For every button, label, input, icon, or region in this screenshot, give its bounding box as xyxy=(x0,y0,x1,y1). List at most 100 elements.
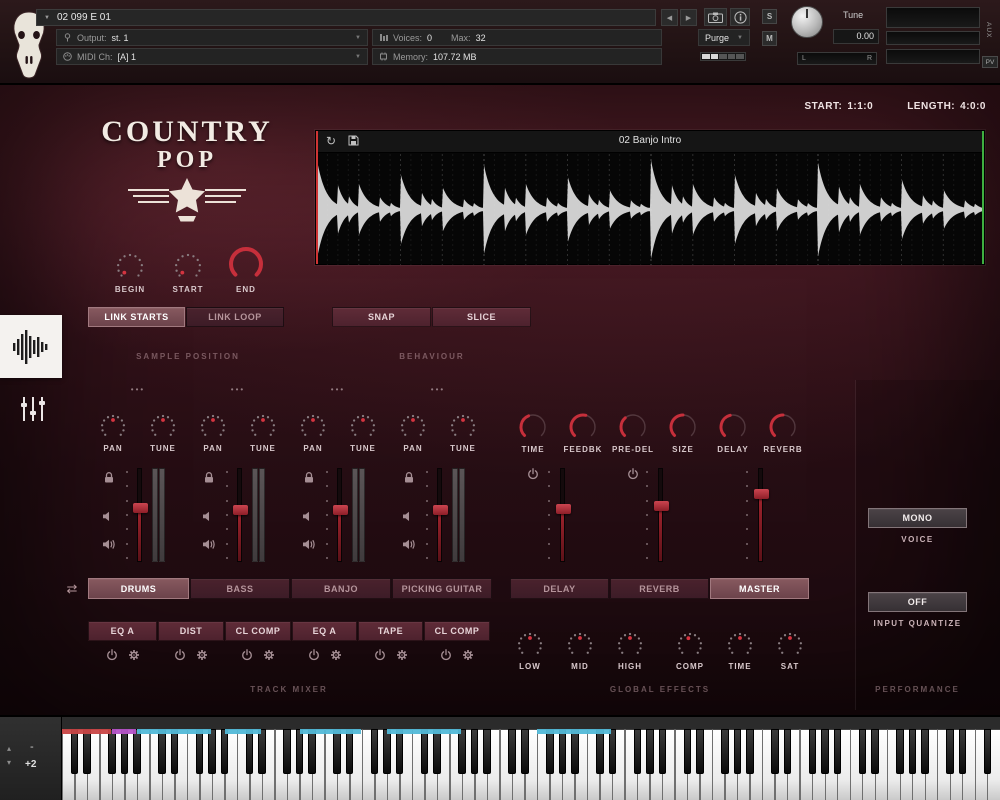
fx-slot-gear-icon[interactable] xyxy=(263,648,275,666)
fx-knob-delay[interactable] xyxy=(716,410,750,449)
master-fader-handle[interactable] xyxy=(754,489,769,499)
piano-key-black[interactable] xyxy=(959,729,967,774)
lock-icon-ch3[interactable] xyxy=(303,471,315,489)
volume-fader-ch4-track[interactable] xyxy=(437,468,442,562)
piano-key-black[interactable] xyxy=(809,729,817,774)
track-button-bass[interactable]: BASS xyxy=(190,578,290,599)
midi-channel-select[interactable]: MIDI Ch: [A] 1 ▼ xyxy=(56,48,368,65)
volume-icon-ch4[interactable] xyxy=(402,537,416,555)
pan-knob-ch3[interactable] xyxy=(297,411,329,448)
track-button-banjo[interactable]: BANJO xyxy=(291,578,391,599)
fx-slot-cl-comp[interactable]: CL COMP xyxy=(424,621,490,641)
fx-knob-feedbk[interactable] xyxy=(566,410,600,449)
fx-tab-master[interactable]: MASTER xyxy=(710,578,809,599)
piano-key-black[interactable] xyxy=(746,729,754,774)
piano-key-black[interactable] xyxy=(346,729,354,774)
piano-key-black[interactable] xyxy=(571,729,579,774)
pan-knob-ch2[interactable] xyxy=(197,411,229,448)
piano-key-black[interactable] xyxy=(521,729,529,774)
piano-key-black[interactable] xyxy=(246,729,254,774)
fx-slot-power-icon[interactable] xyxy=(374,648,386,666)
piano-key-black[interactable] xyxy=(559,729,567,774)
pan-knob-ch4[interactable] xyxy=(397,411,429,448)
piano-key-black[interactable] xyxy=(421,729,429,774)
mute-icon-ch4[interactable] xyxy=(402,509,416,527)
aux-button[interactable]: AUX xyxy=(985,22,992,38)
fx-slot-power-icon[interactable] xyxy=(106,648,118,666)
piano-key-black[interactable] xyxy=(458,729,466,774)
mute-icon-ch2[interactable] xyxy=(202,509,216,527)
channel-menu-dots[interactable]: ••• xyxy=(118,385,158,394)
track-button-drums[interactable]: DRUMS xyxy=(88,578,189,599)
fx-slot-gear-icon[interactable] xyxy=(462,648,474,666)
piano-key-black[interactable] xyxy=(771,729,779,774)
piano-key-black[interactable] xyxy=(221,729,229,774)
piano-key-black[interactable] xyxy=(433,729,441,774)
piano-key-black[interactable] xyxy=(734,729,742,774)
piano-key-black[interactable] xyxy=(108,729,116,774)
piano-key-black[interactable] xyxy=(208,729,216,774)
piano-key-black[interactable] xyxy=(909,729,917,774)
fx-knob-pre-del[interactable] xyxy=(616,410,650,449)
sample-knob-end[interactable] xyxy=(226,244,266,289)
sample-knob-start[interactable] xyxy=(171,250,205,289)
lock-icon-ch4[interactable] xyxy=(403,471,415,489)
reverb-fader-handle[interactable] xyxy=(654,501,669,511)
piano-key-black[interactable] xyxy=(784,729,792,774)
link-loop-button[interactable]: LINK LOOP xyxy=(186,307,284,327)
volume-fader-ch4-handle[interactable] xyxy=(433,505,448,515)
keyboard-scroll-up-icon[interactable]: ▴ xyxy=(3,743,15,755)
fx-tab-delay[interactable]: DELAY xyxy=(510,578,609,599)
link-starts-button[interactable]: LINK STARTS xyxy=(88,307,185,327)
purge-menu[interactable]: Purge ▼ xyxy=(698,29,750,46)
keyboard-scroll-down-icon[interactable]: ▾ xyxy=(3,757,15,769)
input-quantize-off-button[interactable]: OFF xyxy=(868,592,967,612)
piano-key-black[interactable] xyxy=(546,729,554,774)
volume-icon-ch1[interactable] xyxy=(102,537,116,555)
fx-slot-power-icon[interactable] xyxy=(308,648,320,666)
master-knob-high[interactable] xyxy=(614,629,646,666)
piano-key-black[interactable] xyxy=(283,729,291,774)
lock-icon-ch2[interactable] xyxy=(203,471,215,489)
sample-page-tab[interactable] xyxy=(0,315,62,378)
fx-tab-reverb[interactable]: REVERB xyxy=(610,578,709,599)
piano-key-black[interactable] xyxy=(659,729,667,774)
piano-key-black[interactable] xyxy=(859,729,867,774)
channel-menu-dots[interactable]: ••• xyxy=(218,385,258,394)
master-knob-time[interactable] xyxy=(724,629,756,666)
piano-key-black[interactable] xyxy=(83,729,91,774)
piano-key-black[interactable] xyxy=(821,729,829,774)
piano-key-black[interactable] xyxy=(946,729,954,774)
volume-fader-ch3-handle[interactable] xyxy=(333,505,348,515)
tune-value[interactable]: 0.00 xyxy=(833,29,879,44)
fx-knob-size[interactable] xyxy=(666,410,700,449)
piano-key-black[interactable] xyxy=(371,729,379,774)
piano-key-black[interactable] xyxy=(171,729,179,774)
tune-knob-ch2[interactable] xyxy=(247,411,279,448)
fx-slot-power-icon[interactable] xyxy=(174,648,186,666)
piano-key-black[interactable] xyxy=(871,729,879,774)
volume-fader-ch1-handle[interactable] xyxy=(133,503,148,513)
volume-fader-ch2-track[interactable] xyxy=(237,468,242,562)
piano-key-black[interactable] xyxy=(721,729,729,774)
octave-minus-button[interactable]: - xyxy=(30,741,34,753)
volume-icon-ch3[interactable] xyxy=(302,537,316,555)
volume-fader-ch2-handle[interactable] xyxy=(233,505,248,515)
channel-swap-icon[interactable]: ⇄ xyxy=(62,581,82,597)
piano-key-black[interactable] xyxy=(308,729,316,774)
volume-icon-ch2[interactable] xyxy=(202,537,216,555)
fx-slot-dist[interactable]: DIST xyxy=(158,621,224,641)
fx-slot-gear-icon[interactable] xyxy=(196,648,208,666)
piano-key-black[interactable] xyxy=(483,729,491,774)
piano-key-black[interactable] xyxy=(634,729,642,774)
fx-slot-tape[interactable]: TAPE xyxy=(358,621,423,641)
piano-key-black[interactable] xyxy=(508,729,516,774)
piano-key-black[interactable] xyxy=(609,729,617,774)
piano-key-black[interactable] xyxy=(834,729,842,774)
mute-icon-ch1[interactable] xyxy=(102,509,116,527)
lock-icon-ch1[interactable] xyxy=(103,471,115,489)
slice-button[interactable]: SLICE xyxy=(432,307,531,327)
fx-slot-cl-comp[interactable]: CL COMP xyxy=(225,621,291,641)
piano-key-black[interactable] xyxy=(333,729,341,774)
waveform-canvas[interactable] xyxy=(317,154,985,265)
